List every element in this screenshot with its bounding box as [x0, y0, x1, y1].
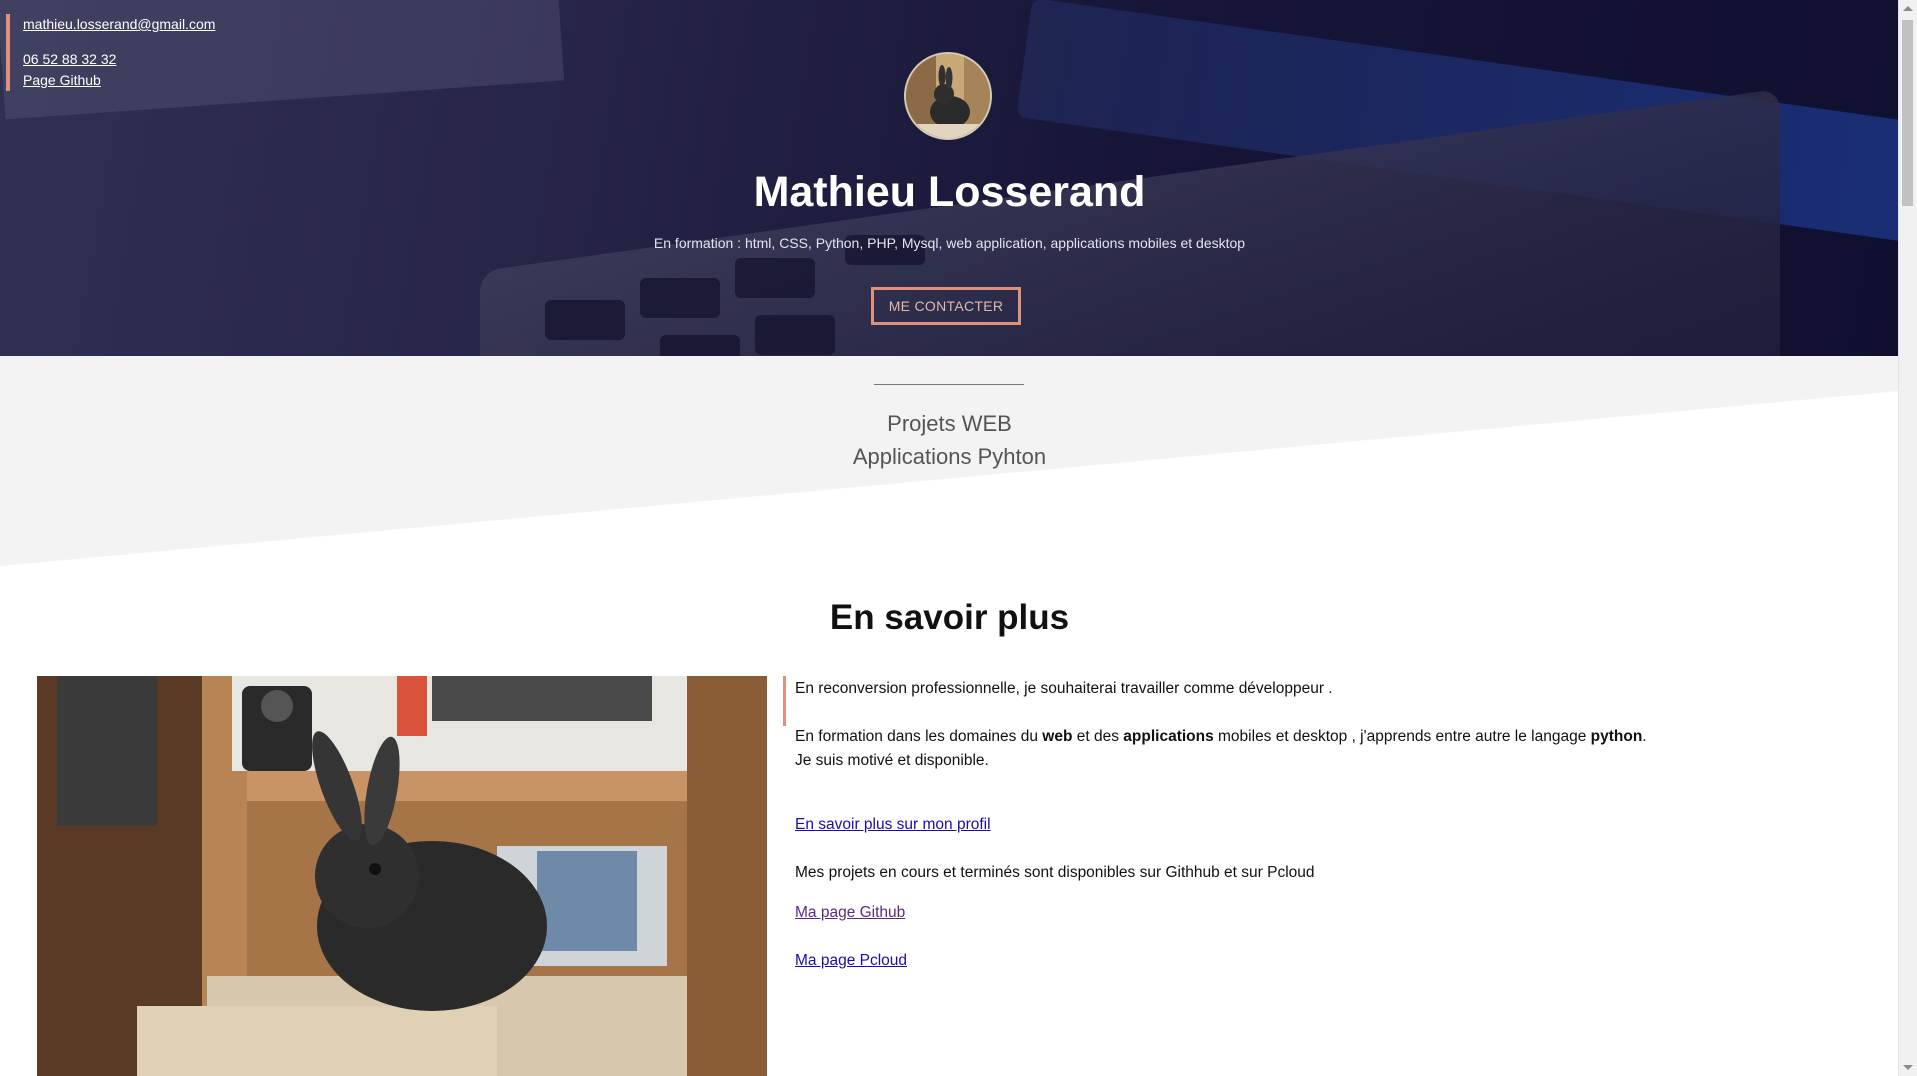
github-header-link[interactable]: Page Github	[23, 70, 215, 91]
github-page-link[interactable]: Ma page Github	[795, 904, 905, 921]
contact-box: mathieu.losserand@gmail.com 06 52 88 32 …	[6, 14, 215, 91]
about-training-pre: En formation dans les domaines du	[795, 728, 1043, 745]
about-training-python: python	[1590, 728, 1643, 745]
scroll-down-arrow-icon[interactable]	[1903, 1065, 1913, 1070]
email-link[interactable]: mathieu.losserand@gmail.com	[23, 14, 215, 35]
avatar	[904, 52, 992, 140]
hero-banner: mathieu.losserand@gmail.com 06 52 88 32 …	[0, 0, 1899, 356]
contact-button[interactable]: ME CONTACTER	[871, 287, 1021, 325]
hero-subtitle: En formation : html, CSS, Python, PHP, M…	[653, 235, 1246, 251]
rabbit-photo-image	[37, 676, 767, 1076]
about-title: En savoir plus	[829, 598, 1070, 637]
project-web-label: Projets WEB	[887, 411, 1012, 436]
about-training-web: web	[1042, 728, 1073, 745]
contact-spacer	[23, 35, 215, 49]
about-training: En formation dans les domaines du web et…	[795, 728, 1647, 746]
about-accent-bar	[783, 676, 786, 726]
about-training-apps: applications	[1123, 728, 1214, 745]
about-training-end: .	[1642, 728, 1647, 745]
rabbit-photo	[37, 676, 767, 1076]
scrollbar-thumb[interactable]	[1902, 20, 1913, 206]
about-motivated: Je suis motivé et disponible.	[795, 752, 989, 769]
projects-divider	[874, 384, 1024, 385]
pcloud-page-link[interactable]: Ma page Pcloud	[795, 952, 907, 969]
phone-link[interactable]: 06 52 88 32 32	[23, 49, 215, 70]
rabbit-avatar-image	[906, 54, 990, 138]
vertical-scrollbar[interactable]	[1898, 0, 1917, 1076]
about-training-post: mobiles et desktop , j'apprends entre au…	[1213, 728, 1591, 745]
scroll-up-arrow-icon[interactable]	[1903, 6, 1913, 11]
about-training-mid: et des	[1072, 728, 1124, 745]
project-python-label: Applications Pyhton	[852, 444, 1047, 469]
about-intro: En reconversion professionnelle, je souh…	[795, 680, 1333, 697]
profile-link[interactable]: En savoir plus sur mon profil	[795, 816, 991, 833]
projects-section: Projets WEB Applications Pyhton	[0, 356, 1899, 570]
about-projects-text: Mes projets en cours et terminés sont di…	[795, 864, 1315, 881]
hero-name: Mathieu Losserand	[753, 168, 1146, 216]
